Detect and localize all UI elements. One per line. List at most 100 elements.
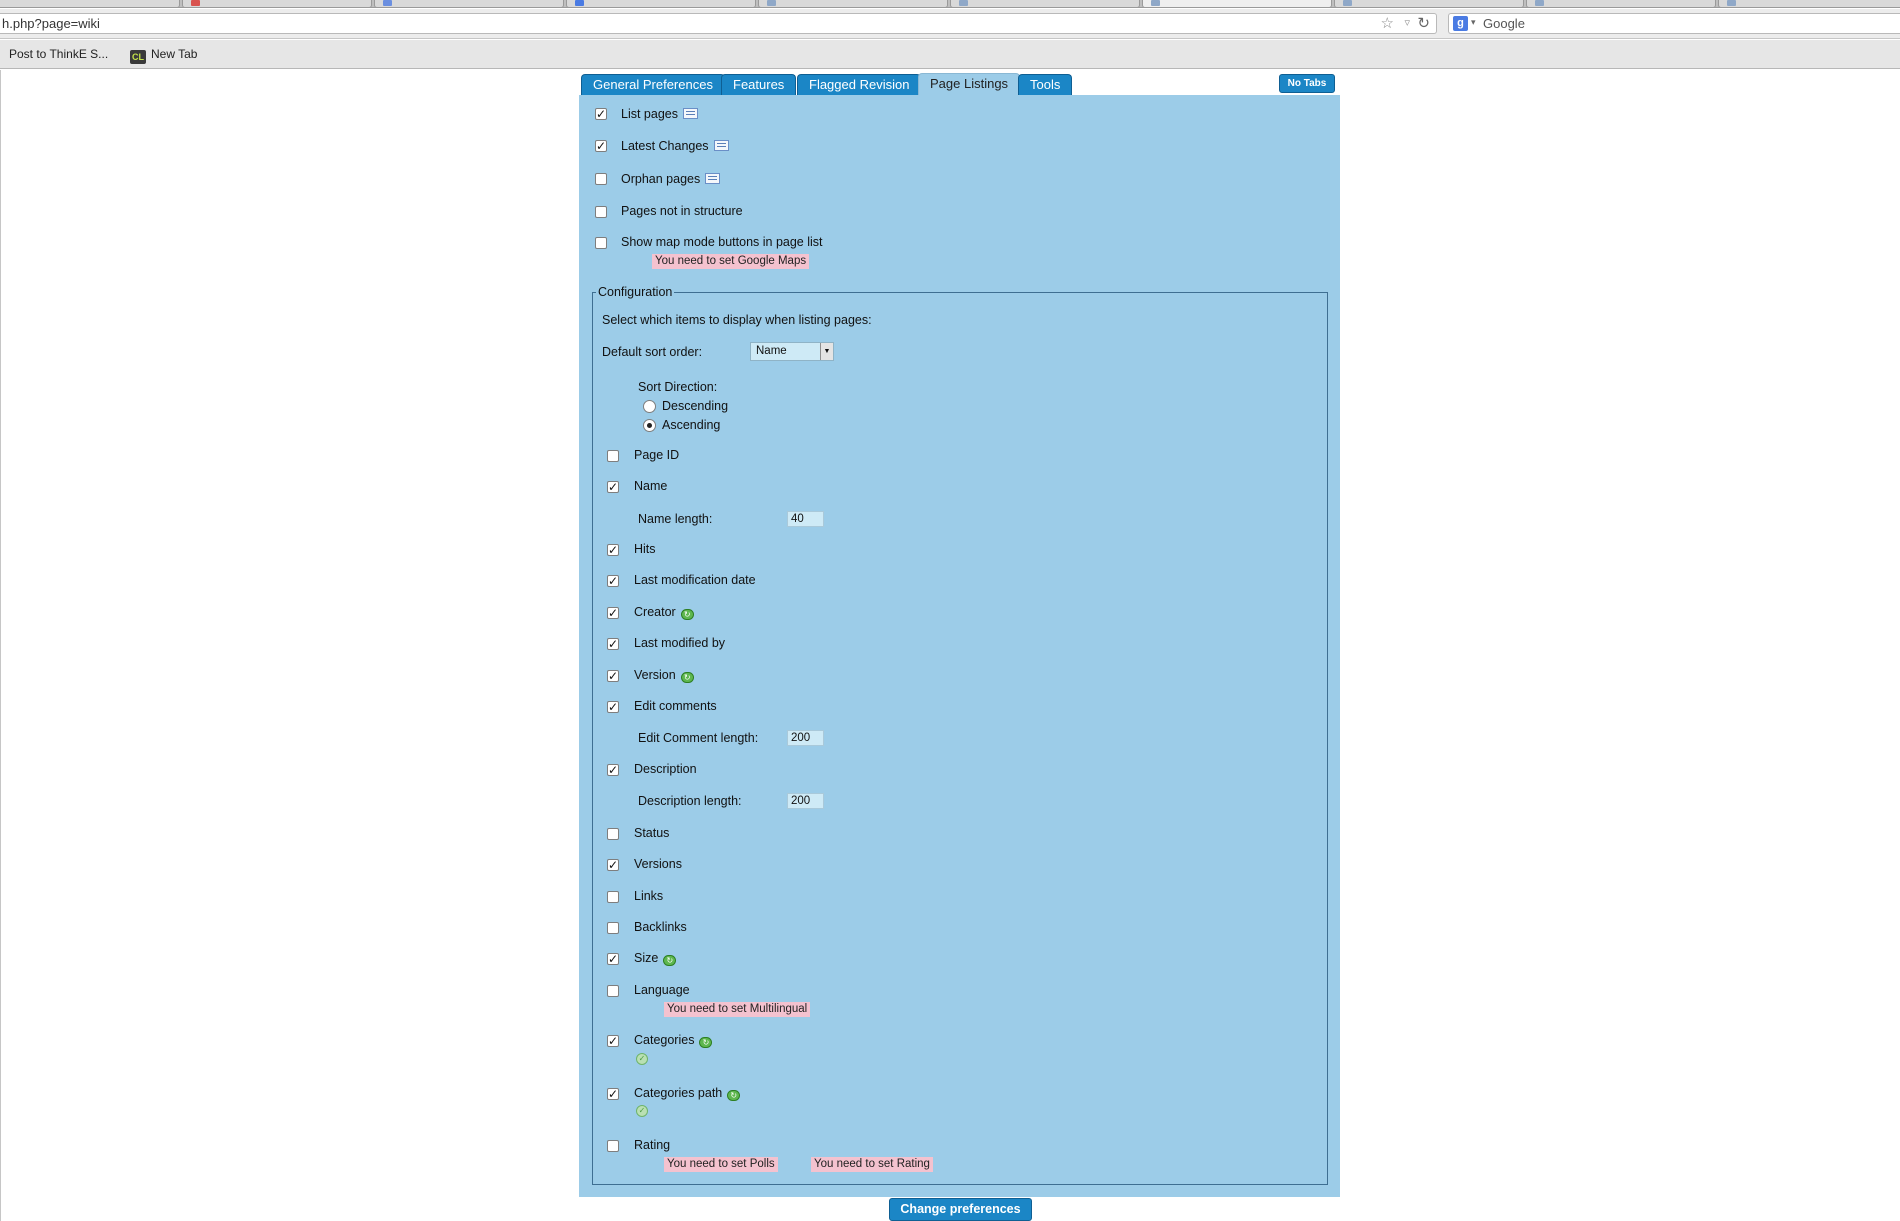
search-box[interactable]: g ▾ Google [1448,13,1900,34]
column-label: Version [634,668,676,682]
warning-multilingual[interactable]: You need to set Multilingual [664,1002,811,1017]
option-label: Latest Changes [621,139,709,153]
checkbox-map-mode-buttons[interactable] [595,237,607,249]
checkbox-creator[interactable]: ✓ [607,607,619,619]
option-latest-changes: Latest Changes [621,139,729,153]
column-size: Size ↻ [634,951,677,966]
column-categories: Categories ↻ [634,1033,713,1048]
favicon-icon [1151,0,1160,6]
feature-enabled-check-icon: ✓ [636,1105,648,1117]
no-tabs-button[interactable]: No Tabs [1279,74,1335,93]
feature-list-icon[interactable] [713,140,729,151]
checkbox-last-modification-date[interactable]: ✓ [607,575,619,587]
favicon-icon [575,0,584,6]
description-length-label: Description length: [638,794,742,808]
edit-comment-length-label: Edit Comment length: [638,731,759,745]
checkbox-list-pages[interactable]: ✓ [595,108,607,120]
checkbox-rating[interactable] [607,1140,619,1152]
column-page-id: Page ID [634,448,680,462]
checkbox-description[interactable]: ✓ [607,764,619,776]
sort-order-select[interactable]: Name ▼ [750,342,834,361]
checkbox-last-modified-by[interactable]: ✓ [607,638,619,650]
browser-tab-strip [0,0,1900,8]
checkbox-orphan-pages[interactable] [595,173,607,185]
warning-google-maps[interactable]: You need to set Google Maps [652,254,810,269]
browser-tab-active[interactable] [1142,0,1332,8]
feature-list-icon[interactable] [682,108,698,119]
browser-toolbar: h.php?page=wiki ☆ ▿ ↻ g ▾ Google [0,9,1900,39]
option-pages-not-in-structure: Pages not in structure [621,204,743,218]
bookmark-link[interactable]: Post to ThinkE S... [9,47,108,61]
option-label: Orphan pages [621,172,701,186]
radio-ascending-label: Ascending [662,418,721,432]
column-label: Creator [634,605,676,619]
recommended-icon: ↻ [727,1090,741,1101]
checkbox-links[interactable] [607,891,619,903]
column-backlinks: Backlinks [634,920,687,934]
description-length-input[interactable]: 200 [787,793,824,809]
tab-page-listings[interactable]: Page Listings [918,73,1021,96]
checkbox-backlinks[interactable] [607,922,619,934]
checkbox-latest-changes[interactable]: ✓ [595,140,607,152]
change-preferences-button[interactable]: Change preferences [889,1198,1032,1221]
browser-tab[interactable] [1718,0,1900,8]
browser-tab[interactable] [0,0,180,8]
checkbox-version[interactable]: ✓ [607,670,619,682]
column-description: Description [634,762,697,776]
tab-general-preferences[interactable]: General Preferences [581,74,725,95]
radio-descending[interactable] [643,400,656,413]
warning-polls[interactable]: You need to set Polls [664,1157,778,1172]
favicon-icon [1343,0,1352,6]
chevron-down-icon[interactable]: ▼ [820,343,833,360]
url-dropdown-icon[interactable]: ▿ [1404,16,1410,29]
bookmark-link-new-tab[interactable]: CL New Tab [130,47,197,64]
column-language: Language [634,983,690,997]
feature-list-icon[interactable] [705,173,721,184]
checkbox-status[interactable] [607,828,619,840]
checkbox-edit-comments[interactable]: ✓ [607,701,619,713]
checkbox-categories-path[interactable]: ✓ [607,1088,619,1100]
column-status: Status [634,826,670,840]
checkbox-size[interactable]: ✓ [607,953,619,965]
favicon-icon [959,0,968,6]
reload-icon[interactable]: ↻ [1417,14,1430,32]
column-last-modification-date: Last modification date [634,573,756,587]
checkbox-hits[interactable]: ✓ [607,544,619,556]
sort-order-label: Default sort order: [602,345,703,359]
edit-comment-length-input[interactable]: 200 [787,730,824,746]
option-orphan-pages: Orphan pages [621,172,721,186]
favicon-icon [1535,0,1544,6]
browser-tab[interactable] [182,0,372,8]
checkbox-pages-not-in-structure[interactable] [595,206,607,218]
column-versions: Versions [634,857,682,871]
checkbox-categories[interactable]: ✓ [607,1035,619,1047]
page-edge [0,70,1,1221]
bookmark-favicon-icon: CL [130,50,146,64]
browser-tab[interactable] [758,0,948,8]
column-last-modified-by: Last modified by [634,636,726,650]
warning-rating[interactable]: You need to set Rating [811,1157,933,1172]
column-label: Categories [634,1033,695,1047]
browser-tab[interactable] [374,0,564,8]
column-edit-comments: Edit comments [634,699,717,713]
name-length-input[interactable]: 40 [787,511,824,527]
radio-ascending[interactable] [643,419,656,432]
checkbox-name[interactable]: ✓ [607,481,619,493]
tab-tools[interactable]: Tools [1018,74,1073,95]
checkbox-language[interactable] [607,985,619,997]
tab-flagged-revision[interactable]: Flagged Revision [797,74,922,95]
browser-tab[interactable] [1526,0,1716,8]
address-bar[interactable]: h.php?page=wiki ☆ ▿ ↻ [0,13,1437,34]
browser-tab[interactable] [566,0,756,8]
search-engine-icon[interactable]: g [1453,16,1468,31]
bookmark-star-icon[interactable]: ☆ [1381,14,1394,32]
checkbox-versions[interactable]: ✓ [607,859,619,871]
column-categories-path: Categories path ↻ [634,1086,741,1101]
search-engine-dropdown-icon[interactable]: ▾ [1471,17,1476,28]
checkbox-page-id[interactable] [607,450,619,462]
address-bar-url: h.php?page=wiki [2,16,100,31]
browser-tab[interactable] [950,0,1140,8]
favicon-icon [767,0,776,6]
tab-features[interactable]: Features [721,74,797,95]
browser-tab[interactable] [1334,0,1524,8]
